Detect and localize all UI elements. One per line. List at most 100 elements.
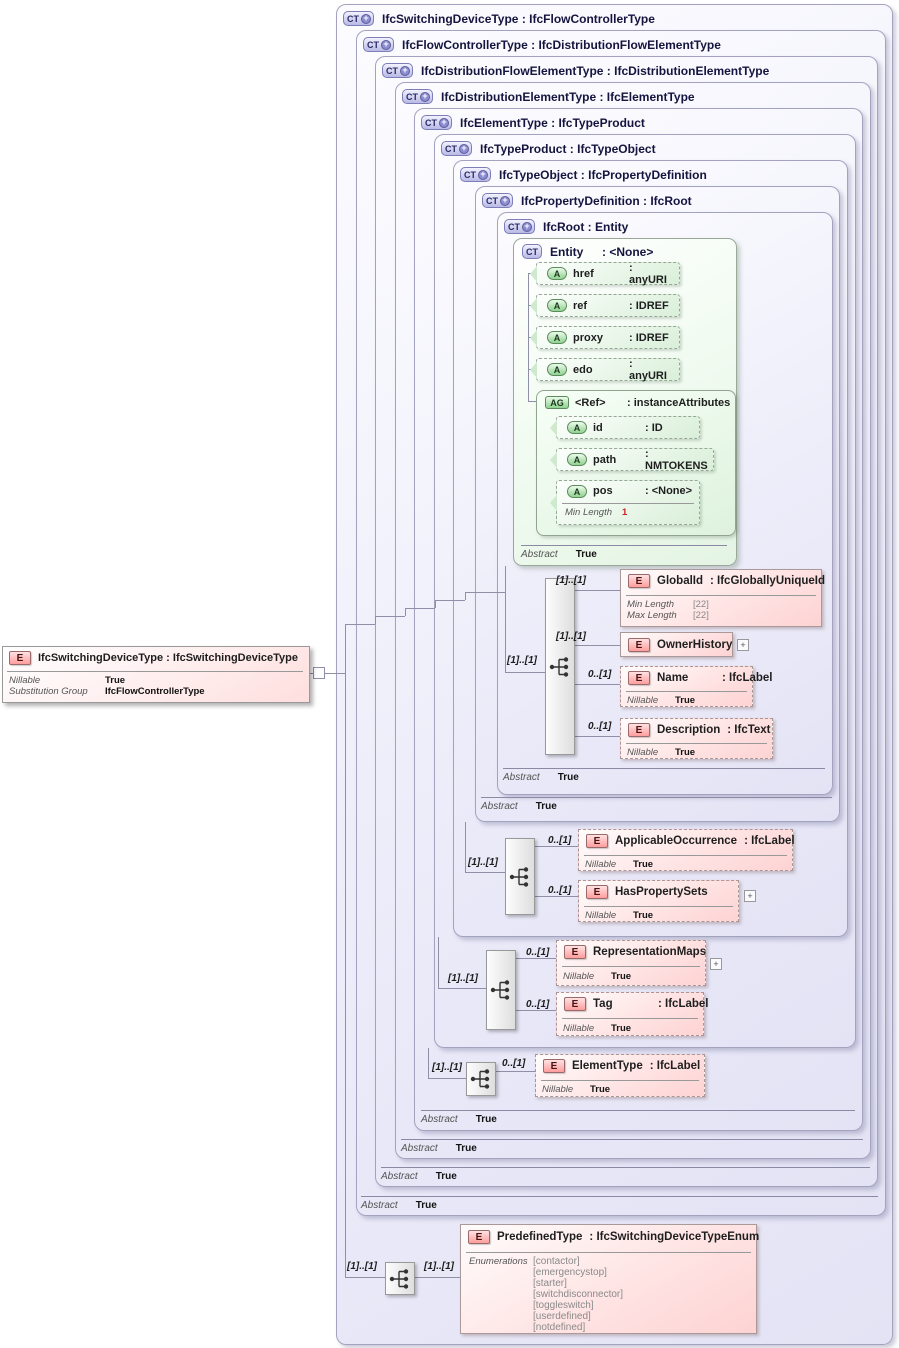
- connector-line: [505, 672, 545, 673]
- abstract-footer-ifcpropertydefinition: Abstract True: [481, 797, 832, 812]
- complextype-icon: CT +: [402, 89, 433, 104]
- connector-line: [575, 736, 620, 737]
- derived-plus-icon: +: [478, 169, 488, 180]
- sequence-glyph: [470, 1069, 490, 1089]
- cardinality-label: 0..[1]: [588, 721, 612, 732]
- connector-line: [435, 600, 465, 601]
- nillable-row: Nillable True: [563, 971, 632, 982]
- type-title: IfcDistributionFlowElementType : IfcDist…: [421, 63, 770, 78]
- divider: [584, 855, 787, 856]
- connector-line: [405, 608, 435, 609]
- connector-line: [428, 1048, 429, 1079]
- complextype-icon: CT: [522, 244, 542, 259]
- nillable-row: Nillable True: [627, 695, 696, 706]
- attribute-icon: A: [567, 453, 587, 466]
- cardinality-label: 0..[1]: [526, 947, 550, 958]
- divider: [541, 1080, 699, 1081]
- element-predefinedtype: E PredefinedType: IfcSwitchingDeviceTypeE…: [460, 1224, 759, 1334]
- abstract-footer-ifcroot: Abstract True: [503, 768, 825, 783]
- enumeration-values: [contactor] [emergencystop] [starter] [s…: [533, 1256, 623, 1333]
- attribute-icon: A: [547, 331, 567, 344]
- type-title: IfcTypeProduct : IfcTypeObject: [480, 141, 656, 156]
- facet-row: Min Length [22]: [627, 599, 709, 610]
- divider: [584, 906, 733, 907]
- expand-icon[interactable]: +: [737, 639, 749, 651]
- divider: [562, 1018, 698, 1019]
- xsd-schema-diagram: CT + IfcSwitchingDeviceType : IfcFlowContr…: [0, 0, 899, 1348]
- expand-icon[interactable]: +: [710, 958, 722, 970]
- attribute-edo: Aedo: anyURI: [536, 358, 680, 382]
- sequence-icon: [486, 950, 516, 1030]
- attribute-href: Ahref: anyURI: [536, 262, 680, 286]
- enum-value: [switchdisconnector]: [533, 1289, 624, 1300]
- cardinality-label: [1]..[1]: [432, 1062, 462, 1073]
- attribute-icon: A: [567, 485, 587, 498]
- connector-line: [505, 566, 506, 673]
- derived-plus-icon: +: [500, 195, 510, 206]
- connector-trunk: [345, 624, 346, 1278]
- element-icon: E: [586, 885, 608, 899]
- connector-line: [465, 592, 505, 593]
- element-applicableoccurrence: E ApplicableOccurrence: IfcLabel Nillable…: [578, 829, 795, 871]
- abstract-footer-ifcdistributionelementtype: Abstract True: [401, 1139, 863, 1154]
- entity-name: Entity: [550, 244, 584, 259]
- type-title: IfcPropertyDefinition : IfcRoot: [521, 193, 692, 208]
- enum-value: [emergencystop]: [533, 1267, 607, 1278]
- enum-value: [userdefined]: [533, 1311, 591, 1322]
- attribute-id: Aid: ID: [556, 416, 700, 439]
- complextype-icon: CT +: [421, 115, 452, 130]
- derived-plus-icon: +: [522, 221, 532, 232]
- derived-plus-icon: +: [439, 117, 449, 128]
- cardinality-label: [1]..[1]: [507, 655, 537, 666]
- connector-line: [375, 616, 405, 617]
- nillable-row: Nillable True: [563, 1023, 632, 1034]
- cardinality-label: [1]..[1]: [468, 857, 498, 868]
- cardinality-label: 0..[1]: [588, 669, 612, 680]
- substitution-group-row: Substitution Group IfcFlowControllerType: [9, 686, 205, 697]
- enum-value: [notdefined]: [533, 1322, 586, 1333]
- enumerations-label: Enumerations: [469, 1256, 528, 1267]
- divider: [626, 595, 816, 596]
- complextype-icon: CT +: [460, 167, 491, 182]
- derived-plus-icon: +: [459, 143, 469, 154]
- derived-plus-icon: +: [381, 39, 391, 50]
- cardinality-label: 0..[1]: [526, 999, 550, 1010]
- abstract-footer-entity: Abstract True: [521, 545, 727, 560]
- cardinality-label: 0..[1]: [548, 885, 572, 896]
- type-title: IfcRoot : Entity: [543, 219, 629, 234]
- complextype-icon: CT +: [382, 63, 413, 78]
- attribute-icon: A: [547, 363, 567, 376]
- connector-line: [428, 1078, 466, 1079]
- divider: [626, 691, 747, 692]
- element-icon: E: [628, 723, 650, 737]
- element-ownerhistory: E OwnerHistory: [620, 632, 733, 657]
- connector-line: [438, 988, 486, 989]
- attribute-pos: Apos: <None> Min Length 1: [556, 480, 700, 525]
- connector-line: [535, 846, 578, 847]
- attribute-ref: Aref: IDREF: [536, 294, 680, 317]
- element-icon: E: [628, 671, 650, 685]
- facet-row: Max Length [22]: [627, 610, 709, 621]
- connector-line: [575, 645, 620, 646]
- connector-line: [415, 1277, 460, 1278]
- connector-square: [313, 667, 325, 679]
- element-icon: E: [586, 834, 608, 848]
- enum-value: [starter]: [533, 1278, 567, 1289]
- complextype-icon: CT +: [363, 37, 394, 52]
- abstract-footer-ifcflowcontrollertype: Abstract True: [361, 1196, 878, 1211]
- divider: [7, 671, 303, 672]
- cardinality-label: [1]..[1]: [556, 575, 586, 586]
- attribute-group-icon: AG: [545, 396, 569, 409]
- element-globalid: E GlobalId: IfcGloballyUniqueId Min Lengt…: [620, 569, 825, 627]
- element-icon: E: [628, 638, 650, 652]
- cardinality-label: 0..[1]: [502, 1058, 526, 1069]
- element-icon: E: [9, 651, 31, 665]
- connector-line: [345, 1277, 385, 1278]
- expand-icon[interactable]: +: [744, 890, 756, 902]
- connector-line: [465, 592, 466, 600]
- attribute-icon: A: [547, 299, 567, 312]
- sequence-icon: [545, 578, 575, 755]
- entity-base: : <None>: [602, 244, 654, 259]
- element-icon: E: [543, 1059, 565, 1073]
- global-element-ifcswitchingdevicetype: E IfcSwitchingDeviceType : IfcSwitchingDe…: [2, 646, 310, 703]
